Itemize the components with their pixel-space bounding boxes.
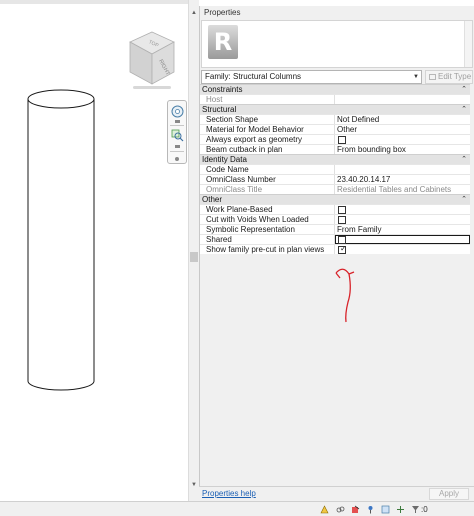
edit-type-button[interactable]: Edit Type: [425, 70, 473, 84]
category-header[interactable]: Constraints ⌃: [200, 84, 470, 94]
property-label: Cut with Voids When Loaded: [200, 215, 335, 224]
zoom-icon[interactable]: [171, 129, 184, 142]
property-row: Shared: [200, 234, 470, 244]
property-checkbox-cell[interactable]: [335, 235, 470, 244]
category-header[interactable]: Identity Data ⌃: [200, 154, 470, 164]
status-bar: :0: [0, 501, 474, 516]
collapse-chevron-icon[interactable]: ⌃: [461, 85, 467, 94]
property-row: Show family pre-cut in plan views ✓: [200, 244, 470, 254]
select-by-face-icon[interactable]: [381, 505, 390, 514]
steering-wheel-icon[interactable]: [171, 105, 184, 118]
checkbox-checked[interactable]: ✓: [338, 245, 347, 254]
navbar-options-icon[interactable]: [175, 157, 179, 161]
select-pinned-icon[interactable]: [366, 505, 375, 514]
property-row: OmniClass Number 23.40.20.14.17: [200, 174, 470, 184]
collapse-chevron-icon[interactable]: ⌃: [461, 195, 467, 204]
property-value[interactable]: Not Defined: [335, 115, 470, 124]
property-label: Work Plane-Based: [200, 205, 335, 214]
category-label: Other: [202, 195, 223, 204]
worksharing-icon[interactable]: [320, 505, 329, 514]
checkbox[interactable]: [338, 206, 346, 214]
checkbox[interactable]: [338, 136, 346, 144]
nav-separator: [170, 151, 184, 152]
select-links-icon[interactable]: [336, 505, 345, 514]
property-row: Work Plane-Based: [200, 204, 470, 214]
property-row: Host: [200, 94, 470, 104]
drawing-viewport[interactable]: TOP RIGHT: [0, 0, 188, 501]
property-row: Symbolic Representation From Family: [200, 224, 470, 234]
property-value[interactable]: 23.40.20.14.17: [335, 175, 470, 184]
property-label: OmniClass Number: [200, 175, 335, 184]
property-value: [335, 95, 470, 104]
property-checkbox-cell[interactable]: [335, 135, 470, 144]
checkbox[interactable]: [338, 236, 346, 244]
property-row: Section Shape Not Defined: [200, 114, 470, 124]
property-label: Host: [200, 95, 335, 104]
category-header[interactable]: Structural ⌃: [200, 104, 470, 114]
property-label: Material for Model Behavior: [200, 125, 335, 134]
property-value: Residential Tables and Cabinets: [337, 185, 452, 194]
checkmark-icon: ✓: [340, 245, 347, 253]
scroll-down-icon[interactable]: ▼: [191, 482, 197, 488]
property-label: Shared: [200, 235, 335, 244]
apply-button[interactable]: Apply: [429, 488, 469, 500]
property-checkbox-cell[interactable]: [335, 205, 470, 214]
property-label: OmniClass Title: [200, 185, 335, 194]
nav-separator: [170, 125, 184, 126]
collapse-chevron-icon[interactable]: ⌃: [461, 105, 467, 114]
type-selector-preview[interactable]: R: [201, 20, 473, 68]
revit-logo-icon: R: [208, 25, 238, 59]
drag-elements-icon[interactable]: [396, 505, 405, 514]
property-label: Section Shape: [200, 115, 335, 124]
viewport-scrollbar[interactable]: ▲ ▼: [188, 0, 199, 501]
edit-type-label: Edit Type: [438, 72, 472, 81]
property-value[interactable]: From Family: [335, 225, 470, 234]
property-row: Cut with Voids When Loaded: [200, 214, 470, 224]
select-underlay-icon[interactable]: [351, 505, 360, 514]
navigation-bar: [167, 100, 187, 164]
filter-icon[interactable]: [411, 505, 420, 514]
type-preview-scrollbar[interactable]: [464, 21, 472, 67]
property-label: Show family pre-cut in plan views: [200, 245, 335, 254]
property-label: Symbolic Representation: [200, 225, 335, 234]
family-dropdown-value: Family: Structural Columns: [205, 72, 302, 81]
edit-type-icon: [429, 74, 436, 80]
property-row: Always export as geometry: [200, 134, 470, 144]
category-label: Constraints: [202, 85, 243, 94]
family-row: Family: Structural Columns ▼ Edit Type: [201, 70, 473, 84]
category-header[interactable]: Other ⌃: [200, 194, 470, 204]
properties-help-link[interactable]: Properties help: [202, 489, 256, 499]
property-value[interactable]: [335, 165, 470, 174]
property-checkbox-cell[interactable]: ✓: [335, 245, 470, 254]
scroll-thumb[interactable]: [190, 252, 198, 262]
property-value[interactable]: From bounding box: [335, 145, 470, 154]
chevron-down-icon: ▼: [413, 74, 419, 80]
zoom-dropdown-icon[interactable]: [175, 145, 180, 148]
collapse-chevron-icon[interactable]: ⌃: [461, 155, 467, 164]
viewcube[interactable]: TOP RIGHT: [124, 30, 180, 92]
property-row: Beam cutback in plan From bounding box: [200, 144, 470, 154]
property-label: Code Name: [200, 165, 335, 174]
property-label: Beam cutback in plan: [200, 145, 335, 154]
family-dropdown[interactable]: Family: Structural Columns ▼: [201, 70, 422, 84]
property-row: OmniClass Title Residential Tables and Ca…: [200, 184, 470, 194]
property-row: Material for Model Behavior Other: [200, 124, 470, 134]
selection-count: :0: [421, 505, 428, 514]
category-label: Structural: [202, 105, 237, 114]
checkbox[interactable]: [338, 216, 346, 224]
property-grid: Constraints ⌃ Host Structural ⌃ Section Shape…: [200, 84, 470, 254]
wheel-dropdown-icon[interactable]: [175, 120, 180, 123]
property-checkbox-cell[interactable]: [335, 215, 470, 224]
property-row: Code Name: [200, 164, 470, 174]
category-label: Identity Data: [202, 155, 247, 164]
properties-footer: Properties help Apply: [199, 486, 474, 501]
scroll-up-icon[interactable]: ▲: [191, 10, 197, 16]
property-label: Always export as geometry: [200, 135, 335, 144]
properties-title: Properties: [204, 8, 241, 17]
red-annotation-arrow: [335, 268, 355, 323]
property-value[interactable]: Other: [335, 125, 470, 134]
